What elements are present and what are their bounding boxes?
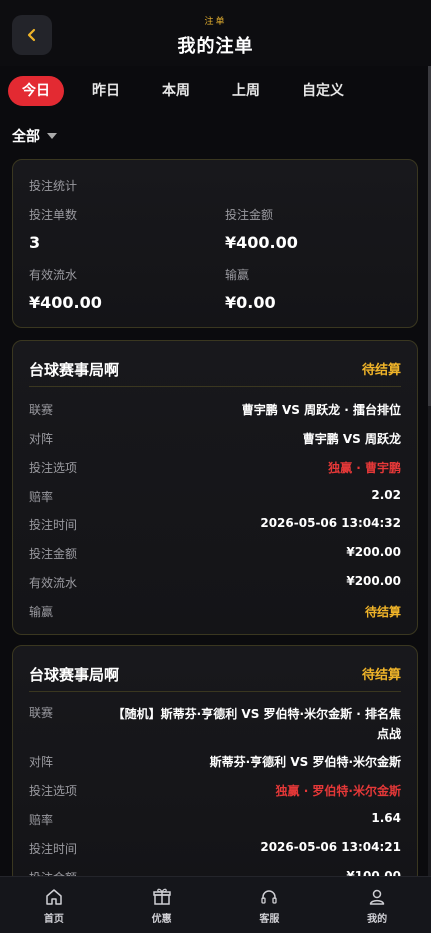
row-label: 对阵 — [29, 432, 54, 446]
gift-icon — [152, 888, 171, 905]
user-icon — [369, 889, 385, 905]
stat-valid-turnover: 有效流水 ¥400.00 — [29, 266, 102, 312]
stat-value: ¥0.00 — [225, 293, 276, 312]
row-label: 投注选项 — [29, 784, 78, 798]
nav-home[interactable]: 首页 — [0, 877, 108, 933]
stats-title: 投注统计 — [29, 179, 78, 193]
row-league: 联赛 【随机】斯蒂芬·亨德利 VS 罗伯特·米尔金斯 · 排名焦点战 — [29, 704, 401, 744]
time-value: 2026-05-06 13:04:32 — [260, 516, 401, 530]
stat-label: 投注单数 — [29, 208, 78, 222]
bottom-nav: 首页 优惠 客服 我的 — [0, 876, 431, 933]
stat-win-loss: 输赢 ¥0.00 — [225, 266, 276, 312]
row-label: 投注金额 — [29, 547, 78, 561]
amount-value: ¥200.00 — [346, 545, 401, 559]
date-tabs: 今日 昨日 本周 上周 自定义 — [8, 76, 372, 106]
status-badge: 待结算 — [361, 668, 401, 683]
row-odds: 赔率 1.64 — [29, 811, 401, 828]
tab-yesterday[interactable]: 昨日 — [78, 76, 134, 106]
row-label: 投注选项 — [29, 461, 78, 475]
stat-bet-amount: 投注金额 ¥400.00 — [225, 206, 298, 252]
stat-value: 3 — [29, 233, 41, 252]
stat-label: 投注金额 — [225, 208, 274, 222]
row-option: 投注选项 独赢 · 罗伯特·米尔金斯 — [29, 782, 401, 799]
row-amount: 投注金额 ¥200.00 — [29, 545, 401, 562]
tab-custom[interactable]: 自定义 — [288, 76, 358, 106]
status-filter-dropdown[interactable]: 全部 — [12, 126, 57, 146]
row-odds: 赔率 2.02 — [29, 488, 401, 505]
headset-icon — [261, 890, 278, 904]
bet-record-card[interactable]: 台球赛事局啊 待结算 联赛 曹宇鹏 VS 周跃龙 · 擂台排位 对阵 曹宇鹏 VS … — [12, 340, 418, 635]
row-valid: 有效流水 ¥200.00 — [29, 574, 401, 591]
bet-card-header: 台球赛事局啊 待结算 — [29, 664, 401, 692]
row-label: 投注时间 — [29, 842, 78, 856]
row-label: 赔率 — [29, 813, 54, 827]
odds-value: 2.02 — [371, 488, 401, 502]
nav-label: 优惠 — [151, 914, 172, 925]
stat-bet-count: 投注单数 3 — [29, 206, 77, 252]
nav-label: 我的 — [367, 914, 388, 925]
bet-card-header: 台球赛事局啊 待结算 — [29, 359, 401, 387]
event-name: 台球赛事局啊 — [29, 361, 120, 379]
row-option: 投注选项 独赢 · 曹宇鹏 — [29, 459, 401, 476]
tab-today[interactable]: 今日 — [8, 76, 64, 106]
row-label: 联赛 — [29, 706, 54, 720]
bet-record-card[interactable]: 台球赛事局啊 待结算 联赛 【随机】斯蒂芬·亨德利 VS 罗伯特·米尔金斯 · 排… — [12, 645, 418, 885]
tab-this-week[interactable]: 本周 — [148, 76, 204, 106]
bet-stats-card: 投注统计 投注单数 3 投注金额 ¥400.00 有效流水 ¥400.00 输赢… — [12, 159, 418, 328]
option-value: 独赢 · 罗伯特·米尔金斯 — [275, 784, 401, 798]
nav-support[interactable]: 客服 — [216, 877, 324, 933]
valid-value: ¥200.00 — [346, 574, 401, 588]
row-league: 联赛 曹宇鹏 VS 周跃龙 · 擂台排位 — [29, 401, 401, 418]
nav-profile[interactable]: 我的 — [323, 877, 431, 933]
page-title: 我的注单 — [177, 36, 254, 57]
row-match: 对阵 斯蒂芬·亨德利 VS 罗伯特·米尔金斯 — [29, 753, 401, 770]
nav-label: 客服 — [259, 914, 280, 925]
row-time: 投注时间 2026-05-06 13:04:32 — [29, 516, 401, 533]
option-value: 独赢 · 曹宇鹏 — [328, 461, 401, 475]
result-value: 待结算 — [364, 605, 401, 619]
stat-value: ¥400.00 — [225, 233, 298, 252]
top-header: 注单 我的注单 — [0, 0, 431, 66]
stat-label: 有效流水 — [29, 268, 78, 282]
row-label: 对阵 — [29, 755, 54, 769]
row-time: 投注时间 2026-05-06 13:04:21 — [29, 840, 401, 857]
row-match: 对阵 曹宇鹏 VS 周跃龙 — [29, 430, 401, 447]
stat-value: ¥400.00 — [29, 293, 102, 312]
home-icon — [46, 889, 62, 905]
stat-label: 输赢 — [225, 268, 250, 282]
row-label: 有效流水 — [29, 576, 78, 590]
league-value: 【随机】斯蒂芬·亨德利 VS 罗伯特·米尔金斯 · 排名焦点战 — [112, 707, 401, 741]
status-badge: 待结算 — [361, 363, 401, 378]
row-label: 联赛 — [29, 403, 54, 417]
match-value: 曹宇鹏 VS 周跃龙 — [302, 432, 401, 446]
nav-label: 首页 — [43, 914, 64, 925]
row-label: 输赢 — [29, 605, 54, 619]
match-value: 斯蒂芬·亨德利 VS 罗伯特·米尔金斯 — [209, 755, 401, 769]
caret-down-icon — [47, 133, 57, 139]
filter-selected-label: 全部 — [12, 129, 40, 145]
row-result: 输赢 待结算 — [29, 603, 401, 620]
nav-promotions[interactable]: 优惠 — [108, 877, 216, 933]
page-subtitle: 注单 — [204, 17, 227, 27]
row-label: 赔率 — [29, 490, 54, 504]
row-label: 投注时间 — [29, 518, 78, 532]
tab-last-week[interactable]: 上周 — [218, 76, 274, 106]
time-value: 2026-05-06 13:04:21 — [260, 840, 401, 854]
league-value: 曹宇鹏 VS 周跃龙 · 擂台排位 — [241, 403, 401, 417]
event-name: 台球赛事局啊 — [29, 666, 120, 684]
odds-value: 1.64 — [371, 811, 401, 825]
